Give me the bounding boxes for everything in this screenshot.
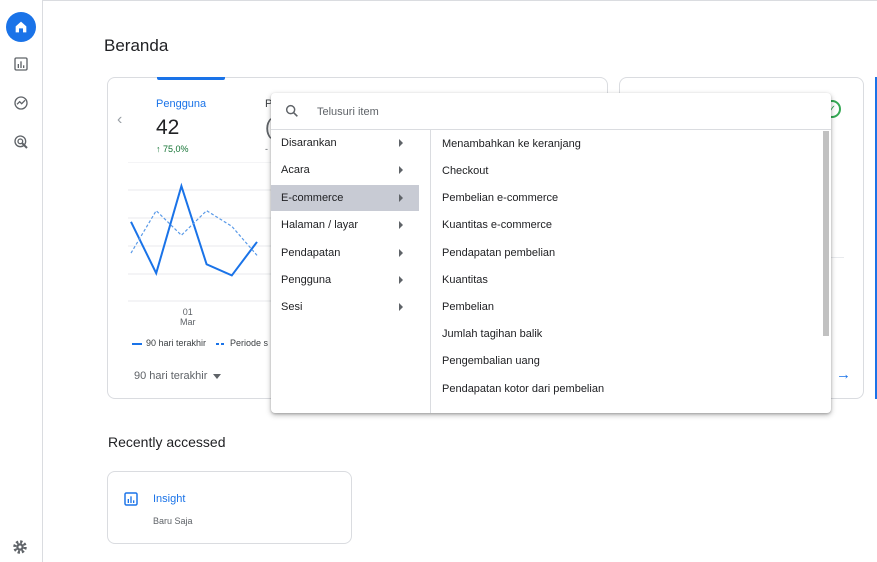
explore-icon — [14, 96, 28, 110]
left-nav-rail — [0, 0, 43, 562]
recent-card-title[interactable]: Insight — [153, 493, 185, 505]
category-events[interactable]: Acara — [271, 157, 419, 183]
caret-right-icon — [399, 139, 403, 147]
metric-item[interactable]: Pembelian — [442, 299, 494, 315]
series-line-previous — [130, 209, 258, 256]
recent-insight-card[interactable]: Insight Baru Saja — [107, 471, 352, 544]
metric-item[interactable]: Menambahkan ke keranjang — [442, 136, 581, 152]
metric-users-value: 42 — [156, 116, 180, 139]
nav-advertising[interactable] — [6, 127, 36, 157]
metric-item[interactable]: Pendapatan kotor dari pembelian — [442, 381, 604, 397]
metric-users-change: ↑ 75,0% — [156, 144, 189, 154]
recently-accessed-title: Recently accessed — [108, 434, 226, 450]
metric-item[interactable]: Pendapatan pembelian — [442, 245, 555, 261]
nav-explore[interactable] — [6, 88, 36, 118]
bar-chart-icon — [14, 57, 28, 71]
home-icon — [15, 21, 27, 33]
search-input[interactable] — [317, 102, 797, 122]
metric-item[interactable]: Jumlah tagihan balik — [442, 326, 542, 342]
top-divider — [43, 0, 877, 1]
category-list: Disarankan Acara E-commerce Halaman / la… — [271, 130, 431, 413]
search-icon — [285, 104, 298, 117]
caret-right-icon — [399, 221, 403, 229]
category-sessions[interactable]: Sesi — [271, 294, 419, 320]
category-pages-screens[interactable]: Halaman / layar — [271, 212, 419, 238]
series-line-current — [130, 182, 258, 277]
category-suggested[interactable]: Disarankan — [271, 130, 419, 156]
period-selector[interactable]: 90 hari terakhir — [134, 370, 222, 382]
analytics-home: Beranda ‹ Pengguna 42 ↑ 75,0% P ( - 01 M… — [0, 0, 877, 562]
page-title: Beranda — [104, 36, 169, 55]
caret-right-icon — [399, 194, 403, 202]
users-line-chart — [128, 162, 278, 302]
metric-item[interactable]: Checkout — [442, 163, 488, 179]
category-users[interactable]: Pengguna — [271, 267, 419, 293]
metric-item[interactable]: Kuantitas — [442, 272, 488, 288]
caret-right-icon — [399, 166, 403, 174]
caret-right-icon — [399, 276, 403, 284]
arrow-right-icon[interactable]: → — [836, 366, 851, 383]
metric-second-change: - — [265, 144, 268, 154]
metric-picker-popup: Disarankan Acara E-commerce Halaman / la… — [271, 93, 831, 413]
nav-reports[interactable] — [6, 49, 36, 79]
caret-down-icon — [213, 373, 222, 379]
gear-icon — [13, 540, 27, 554]
x-axis-tick: 01 Mar — [180, 307, 196, 327]
recent-card-subtitle: Baru Saja — [153, 516, 193, 526]
chart-legend: 90 hari terakhir Periode s — [132, 338, 268, 348]
nav-home[interactable] — [6, 12, 36, 42]
settings-button[interactable] — [11, 538, 29, 561]
search-bar — [271, 93, 831, 130]
metric-users-label[interactable]: Pengguna — [156, 98, 206, 110]
active-tab-indicator — [157, 77, 225, 80]
metric-item[interactable]: Kuantitas e-commerce — [442, 217, 552, 233]
legend-previous: Periode s — [216, 338, 268, 348]
popup-scrollbar[interactable] — [823, 131, 829, 336]
chevron-left-icon[interactable]: ‹ — [117, 111, 122, 129]
category-ecommerce[interactable]: E-commerce — [271, 185, 419, 211]
metric-item-list: Menambahkan ke keranjang Checkout Pembel… — [432, 130, 827, 413]
x-tick-day: 01 — [182, 307, 193, 317]
metric-item[interactable]: Pengembalian uang — [442, 353, 540, 369]
legend-current: 90 hari terakhir — [132, 338, 206, 348]
caret-right-icon — [399, 303, 403, 311]
insight-chart-icon — [124, 492, 138, 506]
x-tick-month: Mar — [180, 317, 196, 327]
metric-item[interactable]: Pembelian e-commerce — [442, 190, 558, 206]
advertising-icon — [14, 135, 28, 149]
category-revenue[interactable]: Pendapatan — [271, 240, 419, 266]
period-label: 90 hari terakhir — [134, 370, 208, 382]
caret-right-icon — [399, 249, 403, 257]
